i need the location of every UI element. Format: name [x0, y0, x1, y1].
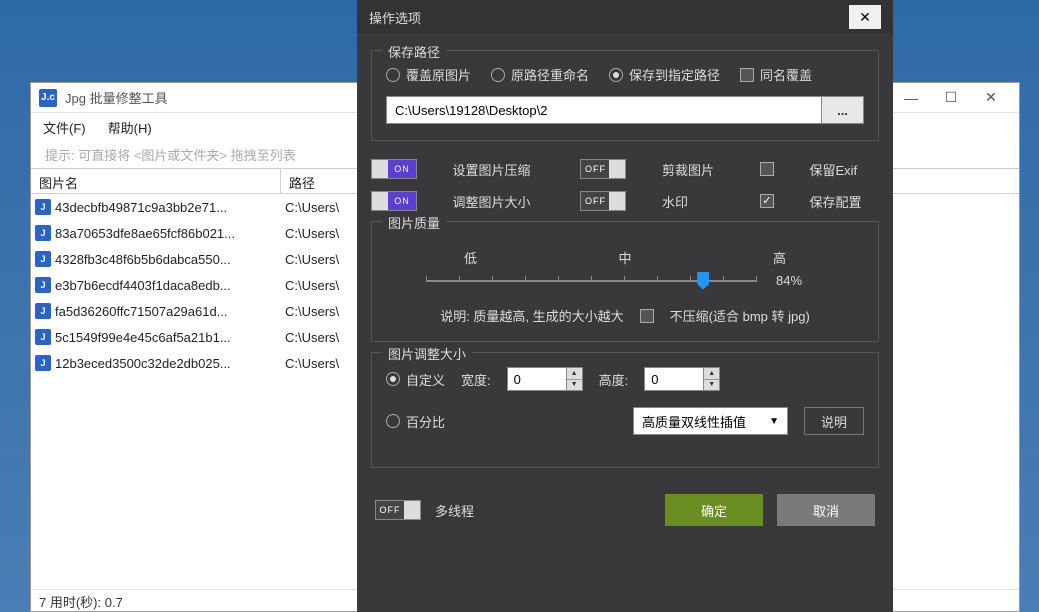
height-input[interactable]	[644, 367, 704, 391]
file-icon: J	[35, 329, 51, 345]
radio-saveto-label: 保存到指定路径	[629, 65, 720, 84]
radio-icon	[491, 68, 505, 82]
height-label: 高度:	[599, 370, 629, 389]
file-icon: J	[35, 303, 51, 319]
width-label: 宽度:	[461, 370, 491, 389]
resize-group: 图片调整大小 自定义 宽度: ▲▼ 高度: ▲▼	[371, 352, 879, 468]
menu-help[interactable]: 帮助(H)	[108, 118, 152, 137]
file-name: 12b3eced3500c32de2db025...	[55, 356, 231, 371]
toggle-crop-label: 剪裁图片	[662, 160, 742, 179]
interp-select[interactable]: 高质量双线性插值 ▼	[633, 407, 788, 435]
check-saveconfig[interactable]	[760, 194, 774, 208]
path-input[interactable]	[386, 96, 822, 124]
quality-note: 说明: 质量越高, 生成的大小越大	[440, 306, 623, 325]
toggle-multithread-label: 多线程	[435, 501, 474, 520]
quality-legend: 图片质量	[382, 213, 446, 232]
radio-icon	[386, 68, 400, 82]
ok-button[interactable]: 确定	[665, 494, 763, 526]
resize-legend: 图片调整大小	[382, 344, 472, 363]
quality-slider[interactable]	[426, 280, 756, 282]
save-path-legend: 保存路径	[382, 42, 446, 61]
checkbox-icon	[740, 68, 754, 82]
toggle-multithread[interactable]	[375, 500, 421, 520]
check-exif-label: 保留Exif	[809, 160, 879, 179]
file-name: e3b7b6ecdf4403f1daca8edb...	[55, 278, 231, 293]
toggle-crop[interactable]	[580, 159, 626, 179]
check-samename-label: 同名覆盖	[760, 65, 812, 84]
toggle-compress-label: 设置图片压缩	[452, 160, 562, 179]
height-spinner[interactable]: ▲▼	[704, 367, 720, 391]
dialog-title: 操作选项	[369, 8, 849, 27]
save-path-group: 保存路径 覆盖原图片 原路径重命名 保存到指定路径 同名覆盖	[371, 50, 879, 141]
dialog-titlebar: 操作选项 ✕	[357, 0, 893, 34]
radio-saveto[interactable]: 保存到指定路径	[609, 65, 720, 84]
browse-button[interactable]: ...	[822, 96, 864, 124]
radio-rename[interactable]: 原路径重命名	[491, 65, 589, 84]
quality-high: 高	[773, 248, 786, 267]
menu-file[interactable]: 文件(F)	[43, 118, 86, 137]
check-nocompress[interactable]	[640, 309, 654, 323]
check-exif[interactable]	[760, 162, 774, 176]
quality-percent: 84%	[776, 273, 802, 288]
radio-overwrite-label: 覆盖原图片	[406, 65, 471, 84]
radio-custom-label: 自定义	[406, 370, 445, 389]
check-saveconfig-label: 保存配置	[809, 192, 879, 211]
window-buttons: — ☐ ✕	[891, 84, 1011, 112]
chevron-down-icon: ▼	[769, 416, 779, 427]
file-name: 43decbfb49871c9a3bb2e71...	[55, 200, 227, 215]
radio-icon	[386, 414, 400, 428]
minimize-button[interactable]: —	[891, 84, 931, 112]
toggle-watermark-label: 水印	[662, 192, 742, 211]
radio-percent[interactable]: 百分比	[386, 412, 445, 431]
close-button[interactable]: ✕	[971, 84, 1011, 112]
toggle-grid: 设置图片压缩 剪裁图片 保留Exif 调整图片大小 水印 保存配置	[371, 159, 879, 211]
width-spinner[interactable]: ▲▼	[567, 367, 583, 391]
explain-button[interactable]: 说明	[804, 407, 864, 435]
toggle-resize[interactable]	[371, 191, 417, 211]
width-input[interactable]	[507, 367, 567, 391]
slider-thumb[interactable]	[697, 272, 709, 290]
file-icon: J	[35, 199, 51, 215]
toggle-watermark[interactable]	[580, 191, 626, 211]
file-icon: J	[35, 277, 51, 293]
radio-icon	[386, 372, 400, 386]
radio-icon	[609, 68, 623, 82]
quality-group: 图片质量 低 中 高 84% 说明: 质量越高, 生成的大小越大	[371, 221, 879, 342]
check-nocompress-label: 不压缩(适合 bmp 转 jpg)	[670, 306, 810, 325]
file-icon: J	[35, 251, 51, 267]
file-icon: J	[35, 355, 51, 371]
cancel-button[interactable]: 取消	[777, 494, 875, 526]
check-samename[interactable]: 同名覆盖	[740, 65, 812, 84]
radio-rename-label: 原路径重命名	[511, 65, 589, 84]
quality-mid: 中	[618, 248, 631, 267]
file-name: 5c1549f99e4e45c6af5a21b1...	[55, 330, 231, 345]
file-name: 83a70653dfe8ae65fcf86b021...	[55, 226, 235, 241]
file-name: fa5d36260ffc71507a29a61d...	[55, 304, 228, 319]
toggle-compress[interactable]	[371, 159, 417, 179]
radio-overwrite[interactable]: 覆盖原图片	[386, 65, 471, 84]
toggle-resize-label: 调整图片大小	[452, 192, 562, 211]
radio-custom[interactable]: 自定义	[386, 370, 445, 389]
file-name: 4328fb3c48f6b5b6dabca550...	[55, 252, 231, 267]
options-dialog: 操作选项 ✕ 保存路径 覆盖原图片 原路径重命名 保存到指定路径	[357, 0, 893, 612]
app-icon: J.c	[39, 89, 57, 107]
th-name[interactable]: 图片名	[31, 169, 281, 193]
maximize-button[interactable]: ☐	[931, 84, 971, 112]
dialog-footer: 多线程 确定 取消	[357, 480, 893, 534]
interp-value: 高质量双线性插值	[642, 412, 746, 431]
file-icon: J	[35, 225, 51, 241]
quality-low: 低	[464, 248, 477, 267]
radio-percent-label: 百分比	[406, 412, 445, 431]
close-icon[interactable]: ✕	[849, 5, 881, 29]
